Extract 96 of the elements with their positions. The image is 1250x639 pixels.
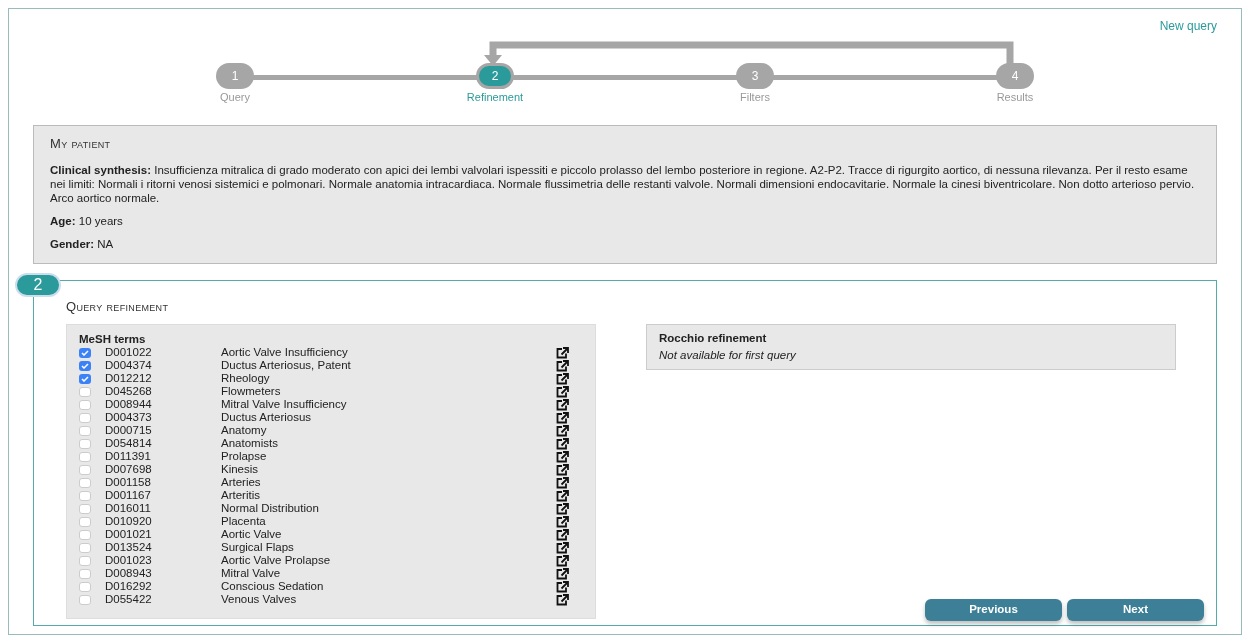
external-link-icon[interactable] (556, 437, 569, 450)
term-name: Placenta (221, 513, 267, 529)
step-tab[interactable]: 1 Query (205, 63, 265, 106)
term-code: D000715 (105, 422, 153, 438)
external-link-icon[interactable] (556, 476, 569, 489)
external-link-icon[interactable] (556, 554, 569, 567)
checkbox[interactable] (79, 555, 91, 566)
term-name: Anatomy (221, 422, 268, 438)
column-header: MeSH terms (79, 333, 147, 346)
checkbox[interactable] (79, 399, 91, 410)
term-code: D012212 (105, 370, 153, 386)
term-code: D001167 (105, 487, 152, 503)
external-link-icon[interactable] (556, 385, 569, 398)
new-query-link[interactable]: New query (1159, 17, 1217, 35)
external-link-icon[interactable] (556, 593, 569, 606)
external-link-icon[interactable] (556, 528, 569, 541)
checkbox[interactable] (79, 464, 91, 475)
checkbox[interactable] (79, 438, 91, 449)
term-name: Arteries (221, 474, 262, 490)
checkbox[interactable] (79, 516, 91, 527)
term-name: Conscious Sedation (221, 578, 325, 594)
step-tab[interactable]: 2 Refinement (465, 63, 525, 106)
external-link-icon[interactable] (556, 541, 569, 554)
external-link-icon[interactable] (556, 463, 569, 476)
patient-field: Age: 10 years (50, 213, 1200, 228)
nav-button[interactable]: Previous (925, 599, 1062, 621)
external-link-icon[interactable] (556, 424, 569, 437)
term-code: D054814 (105, 435, 153, 451)
step-tab[interactable]: 4 Results (985, 63, 1045, 106)
term-code: D010920 (105, 513, 153, 529)
term-name: Mitral Valve Insufficiency (221, 396, 348, 412)
term-name: Kinesis (221, 462, 260, 477)
term-code: D016292 (105, 578, 153, 594)
term-code: D011391 (105, 448, 152, 464)
checkbox[interactable] (79, 490, 91, 501)
term-name: Venous Valves (221, 591, 298, 607)
term-code: D013524 (105, 539, 153, 555)
term-code: D001022 (105, 344, 153, 360)
checkbox[interactable] (79, 594, 91, 605)
patient-field: Gender: NA (50, 236, 1200, 251)
rocchio-note: Not available for first query (659, 348, 797, 364)
term-name: Rheology (221, 371, 271, 386)
checkbox[interactable] (79, 373, 91, 384)
checkbox[interactable] (79, 542, 91, 553)
checkbox[interactable] (79, 425, 91, 436)
section-title: My patient (50, 135, 112, 153)
term-code: D001023 (105, 552, 153, 568)
term-name: Normal Distribution (221, 500, 320, 516)
checkbox[interactable] (79, 386, 91, 397)
checkbox[interactable] (79, 581, 91, 592)
checkbox[interactable] (79, 568, 91, 579)
external-link-icon[interactable] (556, 450, 569, 463)
step-tab[interactable]: 3 Filters (725, 63, 785, 106)
external-link-icon[interactable] (556, 359, 569, 372)
checkbox[interactable] (79, 451, 91, 462)
term-name: Surgical Flaps (221, 539, 295, 555)
term-name: Mitral Valve (221, 565, 282, 581)
term-name: Aortic Valve Insufficiency (221, 344, 349, 360)
term-code: D004373 (105, 409, 153, 425)
external-link-icon[interactable] (556, 502, 569, 515)
checkbox[interactable] (79, 347, 91, 358)
checkbox[interactable] (79, 360, 91, 371)
checkbox[interactable] (79, 503, 91, 514)
term-code: D001021 (105, 526, 153, 542)
term-name: Prolapse (221, 448, 268, 464)
term-name: Ductus Arteriosus, Patent (221, 358, 352, 373)
term-name: Anatomists (221, 436, 279, 451)
term-name: Arteritis (221, 487, 261, 503)
term-name: Ductus Arteriosus (221, 410, 313, 425)
checkbox[interactable] (79, 529, 91, 540)
external-link-icon[interactable] (556, 398, 569, 411)
term-code: D055422 (105, 591, 153, 607)
checkbox[interactable] (79, 477, 91, 488)
term-name: Flowmeters (221, 384, 282, 399)
external-link-icon[interactable] (556, 489, 569, 502)
external-link-icon[interactable] (556, 580, 569, 593)
external-link-icon[interactable] (556, 567, 569, 580)
rocchio-title: Rocchio refinement (659, 331, 768, 346)
external-link-icon[interactable] (556, 372, 569, 385)
checkbox[interactable] (79, 412, 91, 423)
term-code: D008943 (105, 565, 153, 581)
external-link-icon[interactable] (556, 346, 569, 359)
term-code: D004374 (105, 357, 153, 373)
step-badge: 2 (15, 272, 61, 297)
external-link-icon[interactable] (556, 515, 569, 528)
patient-field: Clinical synthesis: Insufficienza mitralica di grado moderato con apici dei lembi valvolari ispessiti e piccolo prolasso del lembo posteriore in regione. A2-P2. Tracce di rigurgito aortico, di nessuna rilevanza. Per il resto esame nei limiti: Normali i ritorni venosi sistemici e polmonari. Normale anatomia intracardiaca. Normale flussimetria delle restanti valvole. Normali dimensioni endocavitarie. Normale la cinesi biventricolare. Non dotto arterioso pervio. Arco aortico normale. (50, 162, 1200, 205)
nav-button[interactable]: Next (1067, 599, 1204, 621)
external-link-icon[interactable] (556, 411, 569, 424)
term-code: D016011 (105, 500, 152, 516)
section-title: Query refinement (66, 297, 170, 316)
term-name: Aortic Valve (221, 526, 283, 542)
term-code: D001158 (105, 474, 152, 490)
term-code: D008944 (105, 396, 153, 412)
term-name: Aortic Valve Prolapse (221, 553, 332, 568)
term-code: D007698 (105, 461, 153, 477)
term-code: D045268 (105, 383, 153, 399)
